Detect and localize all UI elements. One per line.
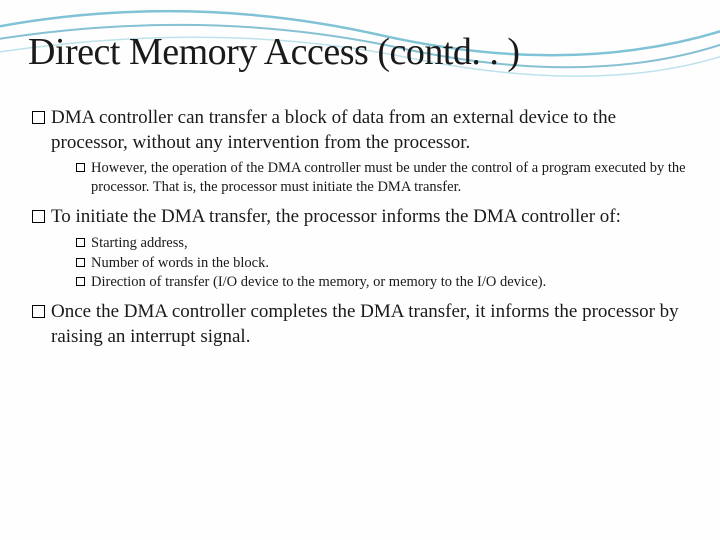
bullet-sub-text: Direction of transfer (I/O device to the… <box>91 273 546 292</box>
square-bullet-small-icon <box>76 163 85 172</box>
bullet-main-2: To initiate the DMA transfer, the proces… <box>28 205 692 230</box>
square-bullet-icon <box>32 305 45 318</box>
bullet-sub: Number of words in the block. <box>76 254 692 273</box>
bullet-main-3: Once the DMA controller completes the DM… <box>28 300 692 349</box>
slide-title: Direct Memory Access (contd. . ) <box>28 30 692 74</box>
slide-content: Direct Memory Access (contd. . ) DMA con… <box>0 0 720 374</box>
bullet-main-1: DMA controller can transfer a block of d… <box>28 106 692 155</box>
bullet-sub-text: Starting address, <box>91 234 188 253</box>
square-bullet-icon <box>32 210 45 223</box>
sub-list-1: However, the operation of the DMA contro… <box>28 159 692 197</box>
square-bullet-icon <box>32 111 45 124</box>
bullet-text: To initiate the DMA transfer, the proces… <box>51 205 621 230</box>
square-bullet-small-icon <box>76 277 85 286</box>
square-bullet-small-icon <box>76 238 85 247</box>
bullet-text: DMA controller can transfer a block of d… <box>51 106 692 155</box>
bullet-sub: Direction of transfer (I/O device to the… <box>76 273 692 292</box>
bullet-text: Once the DMA controller completes the DM… <box>51 300 692 349</box>
bullet-sub-text: Number of words in the block. <box>91 254 269 273</box>
square-bullet-small-icon <box>76 258 85 267</box>
bullet-sub: However, the operation of the DMA contro… <box>76 159 692 197</box>
sub-list-2: Starting address, Number of words in the… <box>28 234 692 293</box>
bullet-sub: Starting address, <box>76 234 692 253</box>
bullet-sub-text: However, the operation of the DMA contro… <box>91 159 692 197</box>
